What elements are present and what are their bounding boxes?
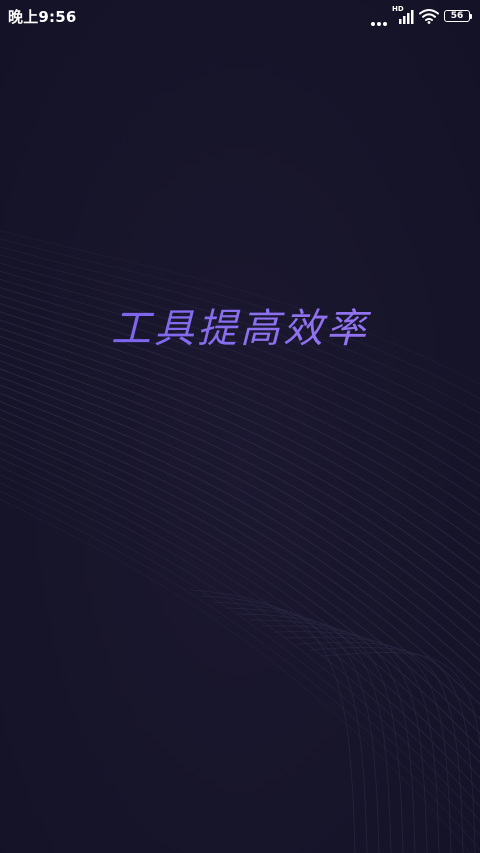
wave-line bbox=[0, 457, 480, 793]
wave-line bbox=[0, 400, 480, 691]
wave-line bbox=[201, 595, 368, 853]
status-bar: 晚上9:56 HD 56 bbox=[0, 0, 480, 32]
wave-line bbox=[0, 465, 480, 808]
splash-screen: 晚上9:56 HD 56 工具提高效率 bbox=[0, 0, 480, 853]
wave-line bbox=[0, 482, 480, 837]
wave-line bbox=[0, 343, 480, 589]
status-icons: HD 56 bbox=[371, 5, 472, 27]
signal-icon: HD bbox=[392, 5, 414, 25]
wifi-icon bbox=[419, 9, 439, 24]
wave-line bbox=[0, 490, 480, 851]
wave-lines-decoration bbox=[0, 229, 480, 853]
splash-slogan: 工具提高效率 bbox=[0, 296, 480, 354]
wave-line bbox=[0, 351, 480, 604]
wave-line bbox=[0, 262, 480, 444]
status-time: 晚上9:56 bbox=[8, 8, 77, 26]
battery-icon: 56 bbox=[444, 10, 470, 22]
wave-line bbox=[0, 498, 471, 853]
wave-line bbox=[0, 335, 480, 575]
more-dots-icon bbox=[371, 6, 387, 26]
wave-line bbox=[0, 408, 480, 706]
battery-level: 56 bbox=[450, 11, 464, 21]
wave-line bbox=[0, 425, 480, 735]
